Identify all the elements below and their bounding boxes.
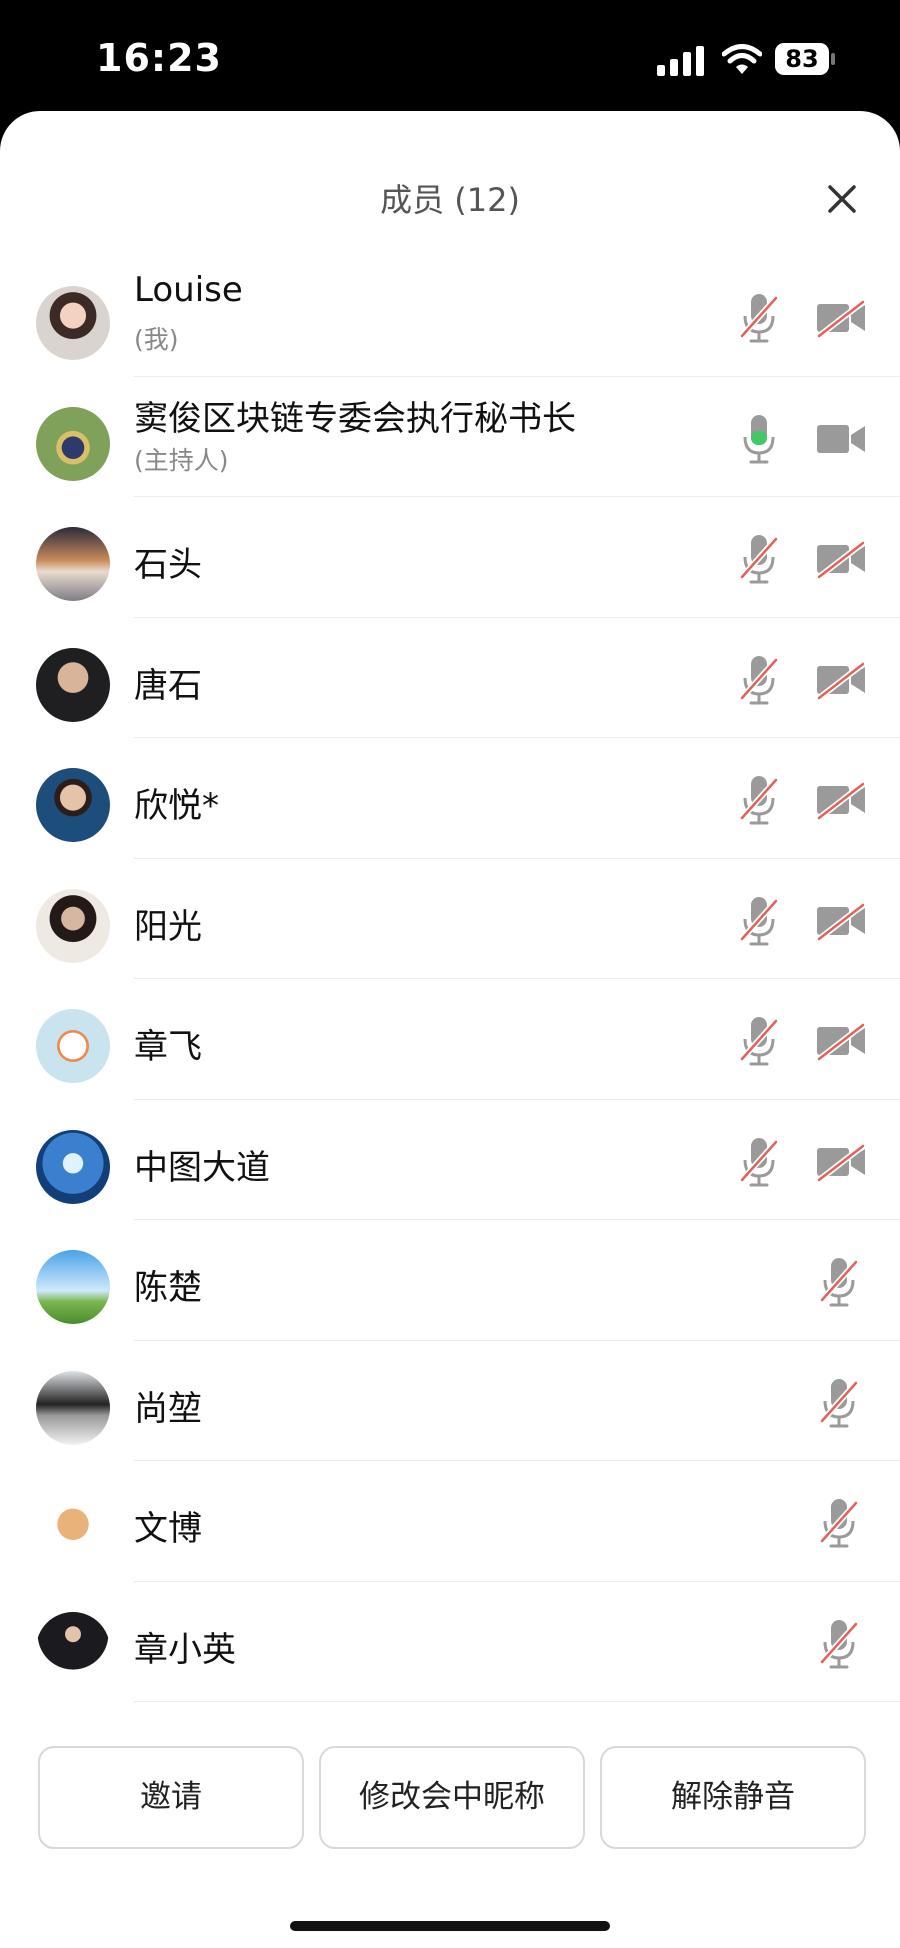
microphone-muted-icon[interactable] bbox=[816, 1495, 862, 1551]
battery-level: 83 bbox=[775, 43, 829, 75]
member-name: 文博 bbox=[134, 1509, 202, 1549]
member-name: 陈楚 bbox=[134, 1268, 202, 1308]
member-row[interactable]: 中图大道 bbox=[0, 1100, 900, 1220]
microphone-muted-icon[interactable] bbox=[736, 290, 782, 346]
avatar bbox=[36, 1250, 110, 1324]
member-row[interactable]: Louise (我) bbox=[0, 256, 900, 377]
unmute-button[interactable]: 解除静音 bbox=[600, 1746, 866, 1849]
camera-off-icon[interactable] bbox=[815, 539, 867, 579]
invite-button[interactable]: 邀请 bbox=[38, 1746, 304, 1849]
camera-off-icon[interactable] bbox=[815, 780, 867, 820]
microphone-muted-icon[interactable] bbox=[736, 1013, 782, 1069]
member-name: 章小英 bbox=[134, 1629, 236, 1670]
camera-icon[interactable] bbox=[815, 419, 867, 459]
battery-icon: 83 bbox=[775, 43, 835, 75]
microphone-muted-icon[interactable] bbox=[736, 652, 782, 708]
member-name: 尚堃 bbox=[134, 1388, 202, 1429]
member-row[interactable]: 窦俊区块链专委会执行秘书长 (主持人) bbox=[0, 377, 900, 497]
microphone-icon[interactable] bbox=[736, 411, 782, 467]
member-name: 中图大道 bbox=[134, 1147, 270, 1188]
avatar bbox=[36, 1009, 110, 1083]
microphone-muted-icon[interactable] bbox=[736, 1134, 782, 1190]
avatar bbox=[36, 1370, 110, 1445]
member-name: 窦俊区块链专委会执行秘书长 bbox=[134, 398, 576, 439]
member-role: (我) bbox=[134, 325, 179, 354]
sheet-title: 成员 (12) bbox=[380, 181, 520, 219]
avatar bbox=[36, 406, 110, 481]
camera-off-icon[interactable] bbox=[815, 298, 867, 338]
microphone-muted-icon[interactable] bbox=[736, 531, 782, 587]
member-name: 章飞 bbox=[134, 1027, 202, 1067]
microphone-muted-icon[interactable] bbox=[816, 1254, 862, 1310]
row-divider bbox=[134, 1701, 900, 1702]
status-time: 16:23 bbox=[96, 36, 222, 80]
avatar bbox=[36, 286, 110, 360]
home-indicator bbox=[290, 1921, 610, 1931]
microphone-muted-icon[interactable] bbox=[736, 772, 782, 828]
member-row[interactable]: 尚堃 bbox=[0, 1341, 900, 1461]
member-row[interactable]: 章飞 bbox=[0, 979, 900, 1100]
rename-button[interactable]: 修改会中昵称 bbox=[319, 1746, 585, 1849]
camera-off-icon[interactable] bbox=[815, 1021, 867, 1061]
action-bar: 邀请 修改会中昵称 解除静音 bbox=[0, 1746, 900, 1849]
member-row[interactable]: 陈楚 bbox=[0, 1220, 900, 1341]
member-row[interactable]: 欣悦* bbox=[0, 738, 900, 859]
member-name: 唐石 bbox=[134, 665, 202, 706]
member-name: 欣悦* bbox=[134, 786, 219, 826]
camera-off-icon[interactable] bbox=[815, 660, 867, 700]
member-list: Louise (我) 窦俊区块链专委会执行秘书长 (主持人) 石头唐石欣悦* 阳光章飞中图… bbox=[0, 256, 900, 1702]
avatar bbox=[36, 888, 110, 963]
status-bar: 16:23 83 bbox=[0, 0, 900, 115]
member-row[interactable]: 文博 bbox=[0, 1461, 900, 1582]
member-name: 石头 bbox=[134, 545, 202, 585]
microphone-muted-icon[interactable] bbox=[736, 893, 782, 949]
member-name: 阳光 bbox=[134, 906, 202, 947]
member-row[interactable]: 石头 bbox=[0, 497, 900, 618]
member-role: (主持人) bbox=[134, 445, 229, 475]
wifi-icon bbox=[722, 44, 762, 74]
avatar bbox=[36, 647, 110, 722]
microphone-muted-icon[interactable] bbox=[816, 1375, 862, 1431]
avatar bbox=[36, 1491, 110, 1565]
avatar bbox=[36, 1611, 110, 1686]
avatar bbox=[36, 527, 110, 601]
member-row[interactable]: 唐石 bbox=[0, 618, 900, 738]
camera-off-icon[interactable] bbox=[815, 901, 867, 941]
member-row[interactable]: 阳光 bbox=[0, 859, 900, 979]
members-sheet: 成员 (12) Louise (我) 窦俊区块链专委会执行秘书长 (主持人) 石头唐石欣… bbox=[0, 111, 900, 1948]
member-name: Louise bbox=[134, 270, 243, 310]
camera-off-icon[interactable] bbox=[815, 1142, 867, 1182]
avatar bbox=[36, 768, 110, 842]
cellular-signal-icon bbox=[657, 46, 705, 76]
close-icon[interactable] bbox=[822, 179, 862, 219]
microphone-muted-icon[interactable] bbox=[816, 1616, 862, 1672]
member-row[interactable]: 章小英 bbox=[0, 1582, 900, 1702]
avatar bbox=[36, 1129, 110, 1204]
